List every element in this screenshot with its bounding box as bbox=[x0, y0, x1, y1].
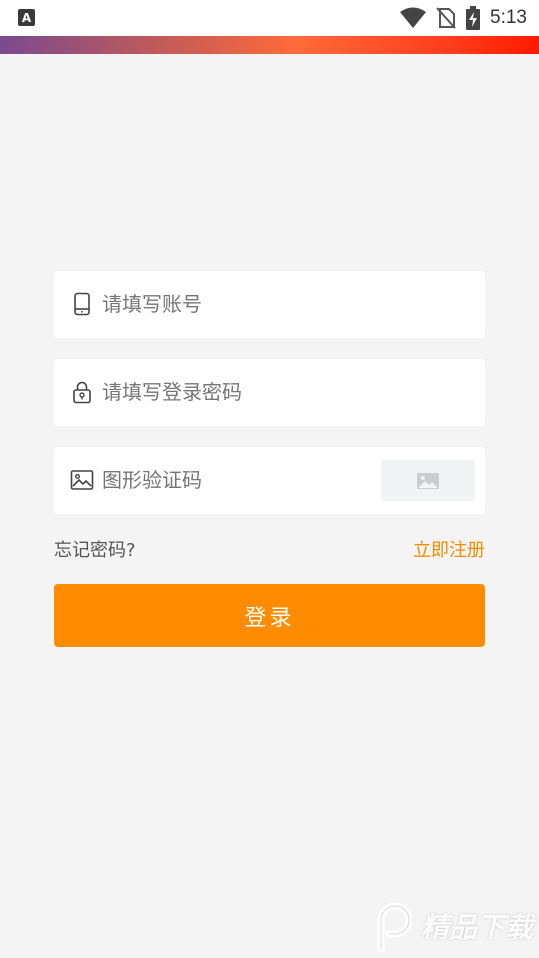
status-icons: 5:13 bbox=[400, 0, 527, 36]
wifi-icon bbox=[400, 7, 427, 28]
image-placeholder-icon bbox=[417, 472, 439, 489]
password-input[interactable] bbox=[102, 359, 362, 426]
password-field[interactable] bbox=[54, 359, 485, 426]
phone-icon bbox=[74, 292, 90, 316]
watermark: 精品下载 bbox=[371, 900, 533, 952]
watermark-logo-icon bbox=[377, 902, 413, 952]
battery-charging-icon bbox=[466, 6, 481, 30]
clock: 5:13 bbox=[490, 7, 527, 28]
account-input[interactable] bbox=[102, 271, 362, 338]
watermark-text: 精品下载 bbox=[420, 911, 533, 944]
captcha-image[interactable] bbox=[381, 460, 475, 501]
app-badge-letter: A bbox=[21, 10, 32, 25]
login-button[interactable]: 登录 bbox=[54, 584, 485, 647]
app-notification-icon: A bbox=[18, 9, 35, 26]
forgot-password-link[interactable]: 忘记密码? bbox=[54, 536, 136, 562]
register-link[interactable]: 立即注册 bbox=[413, 536, 485, 562]
captcha-field[interactable] bbox=[54, 447, 485, 514]
captcha-input[interactable] bbox=[102, 447, 302, 514]
image-icon bbox=[70, 470, 94, 490]
lock-icon bbox=[73, 381, 91, 404]
header-gradient-bar bbox=[0, 36, 539, 54]
status-bar: A 5:13 bbox=[0, 0, 539, 36]
account-field[interactable] bbox=[54, 271, 485, 338]
no-sim-icon bbox=[436, 7, 456, 29]
